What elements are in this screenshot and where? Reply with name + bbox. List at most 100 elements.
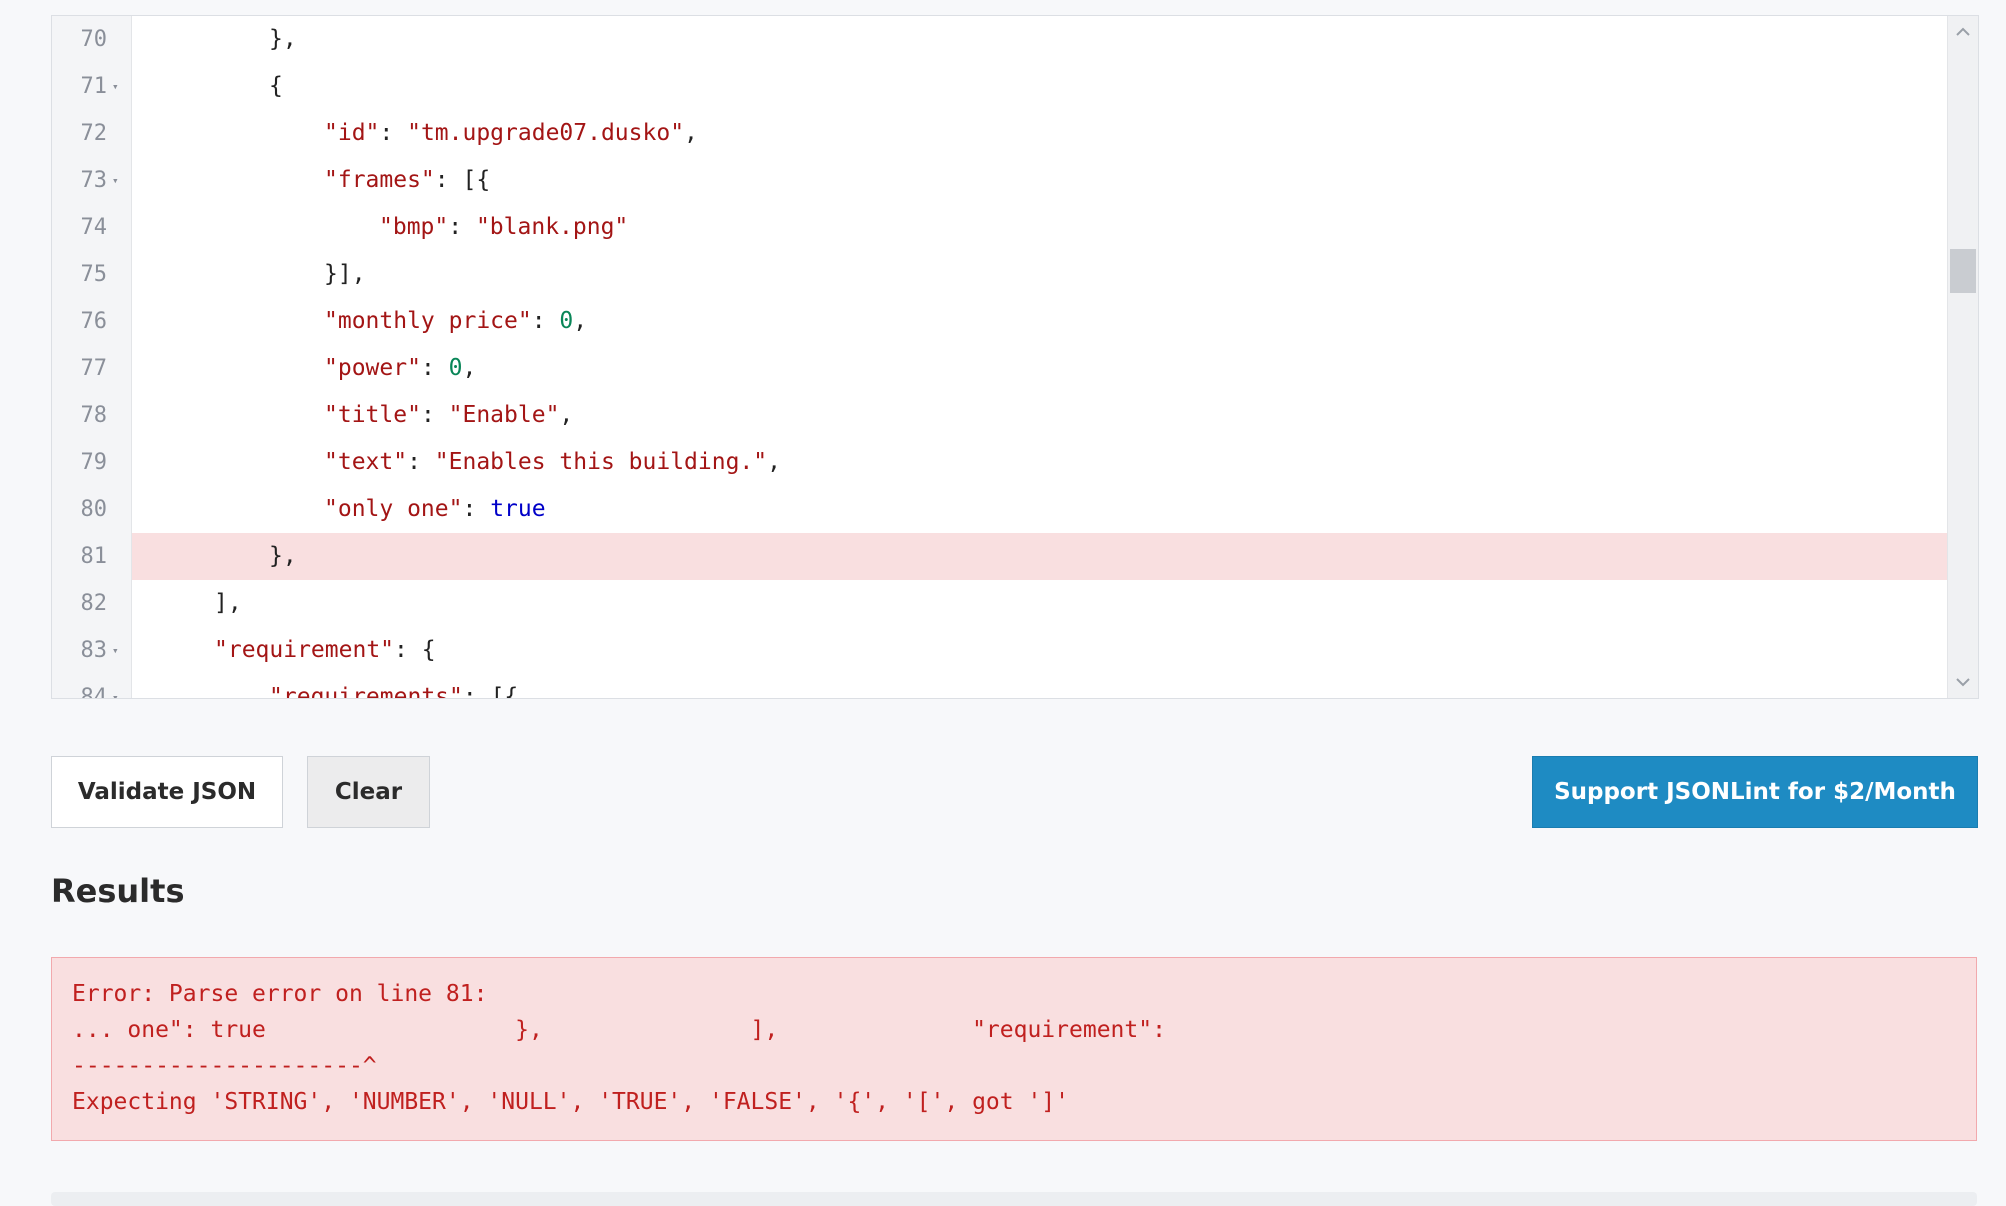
code-token: ,	[559, 402, 574, 428]
code-token: 0	[559, 308, 574, 334]
code-text: "bmp": "blank.png"	[379, 204, 628, 251]
code-line[interactable]: 73 ▾ "frames": [{	[81, 157, 1948, 204]
code-text: }],	[324, 251, 366, 298]
code-line[interactable]: 74 "bmp": "blank.png"	[81, 204, 1948, 251]
code-line[interactable]: 76 "monthly price": 0,	[81, 298, 1948, 345]
code-token: "text"	[324, 449, 408, 475]
code-line[interactable]: 75}],	[81, 251, 1948, 298]
code-token: :	[420, 402, 449, 428]
code-token: true	[490, 496, 546, 522]
line-number: 74	[80, 215, 108, 240]
code-line[interactable]: 81},	[81, 533, 1948, 580]
code-line[interactable]: 82],	[81, 580, 1948, 627]
code-token: :	[407, 449, 435, 475]
scrollbar-thumb[interactable]	[1950, 249, 1976, 293]
support-jsonlint-button[interactable]: Support JSONLint for $2/Month	[1532, 756, 1978, 828]
code-token: ,	[573, 308, 588, 334]
code-text: "monthly price": 0,	[324, 298, 587, 345]
code-line[interactable]: 84 ▾ "requirements": [{	[81, 674, 1948, 699]
line-number: 84	[80, 685, 108, 699]
line-number: 76	[80, 309, 108, 334]
code-token: : {	[394, 637, 436, 663]
code-text: "requirements": [{	[269, 674, 519, 699]
code-token: "Enable"	[448, 402, 560, 428]
code-line[interactable]: 80 "only one": true	[81, 486, 1948, 533]
code-line[interactable]: 79 "text": "Enables this building.",	[81, 439, 1948, 486]
line-number: 80	[80, 497, 108, 522]
code-token: "tm.upgrade07.dusko"	[407, 120, 685, 146]
chevron-up-icon[interactable]	[1948, 18, 1978, 46]
fold-toggle-icon[interactable]: ▾	[112, 674, 119, 698]
code-token: "power"	[324, 355, 421, 381]
bottom-divider	[51, 1192, 1977, 1206]
code-token: "Enables this building."	[434, 449, 768, 475]
code-token: ,	[684, 120, 698, 146]
error-message-line: Error: Parse error on line 81:	[72, 981, 488, 1007]
code-token: "monthly price"	[324, 308, 532, 334]
code-text: "requirement": {	[214, 627, 436, 674]
code-line[interactable]: 78 "title": "Enable",	[81, 392, 1948, 439]
fold-toggle-icon[interactable]: ▾	[112, 157, 119, 204]
chevron-down-icon[interactable]	[1948, 668, 1978, 696]
code-token: ,	[462, 355, 477, 381]
line-number: 79	[80, 450, 108, 475]
code-text: },	[269, 16, 297, 63]
results-heading: Results	[51, 872, 185, 910]
code-text: "power": 0,	[324, 345, 476, 392]
code-text: },	[269, 533, 297, 580]
line-number: 77	[80, 356, 108, 381]
code-token: : [{	[434, 167, 491, 193]
code-token: },	[269, 543, 297, 569]
error-context-line: ... one": true }, ], "requirement":	[72, 1017, 1166, 1043]
fold-toggle-icon[interactable]: ▾	[112, 63, 119, 110]
code-token: "title"	[324, 402, 421, 428]
error-results-box: Error: Parse error on line 81: ... one":…	[51, 957, 1977, 1141]
json-editor[interactable]: 70}, 71 ▾{72 "id": "tm.upgrade07.dusko", 73 ▾…	[51, 15, 1979, 699]
code-token: :	[462, 496, 491, 522]
fold-toggle-icon[interactable]: ▾	[112, 627, 119, 674]
clear-button[interactable]: Clear	[307, 756, 430, 828]
code-token: ,	[767, 449, 781, 475]
line-number: 70	[80, 27, 108, 52]
code-line[interactable]: 71 ▾ {	[81, 63, 1948, 110]
line-number: 72	[80, 121, 108, 146]
line-number: 83	[80, 638, 108, 663]
code-token: :	[448, 214, 476, 240]
error-expectation-line: Expecting 'STRING', 'NUMBER', 'NULL', 'T…	[72, 1089, 1069, 1115]
code-line[interactable]: 77 "power": 0,	[81, 345, 1948, 392]
editor-scrollbar[interactable]	[1947, 16, 1978, 698]
code-token: :	[379, 120, 408, 146]
code-text: "id": "tm.upgrade07.dusko",	[324, 110, 698, 157]
code-line[interactable]: 83 ▾ "requirement": {	[81, 627, 1948, 674]
code-line[interactable]: 72 "id": "tm.upgrade07.dusko",	[81, 110, 1948, 157]
code-text: "text": "Enables this building.",	[324, 439, 781, 486]
validate-json-button[interactable]: Validate JSON	[51, 756, 283, 828]
code-token: "bmp"	[379, 214, 449, 240]
code-token: ],	[214, 590, 242, 616]
code-text: "only one": true	[324, 486, 546, 533]
code-token: "requirement"	[214, 637, 395, 663]
code-text: {	[269, 63, 283, 110]
code-token: :	[531, 308, 560, 334]
code-token: "id"	[324, 120, 380, 146]
code-token: 0	[448, 355, 463, 381]
code-token: : [{	[462, 684, 519, 699]
code-text: "title": "Enable",	[324, 392, 573, 439]
code-line[interactable]: 70},	[81, 16, 1948, 63]
code-area[interactable]: 70}, 71 ▾{72 "id": "tm.upgrade07.dusko", 73 ▾…	[81, 16, 1948, 699]
code-token: "only one"	[324, 496, 463, 522]
line-number: 81	[80, 544, 108, 569]
code-token: }],	[324, 261, 366, 287]
code-token: {	[269, 73, 283, 99]
code-text: "frames": [{	[324, 157, 490, 204]
line-number: 73	[80, 168, 108, 193]
line-number: 75	[80, 262, 108, 287]
code-token: "blank.png"	[475, 214, 629, 240]
line-number: 82	[80, 591, 108, 616]
error-pointer-line: ---------------------^	[72, 1053, 377, 1079]
line-number: 71	[80, 74, 108, 99]
code-text: ],	[214, 580, 242, 627]
code-token: },	[269, 26, 297, 52]
line-number: 78	[80, 403, 108, 428]
code-token: :	[420, 355, 449, 381]
